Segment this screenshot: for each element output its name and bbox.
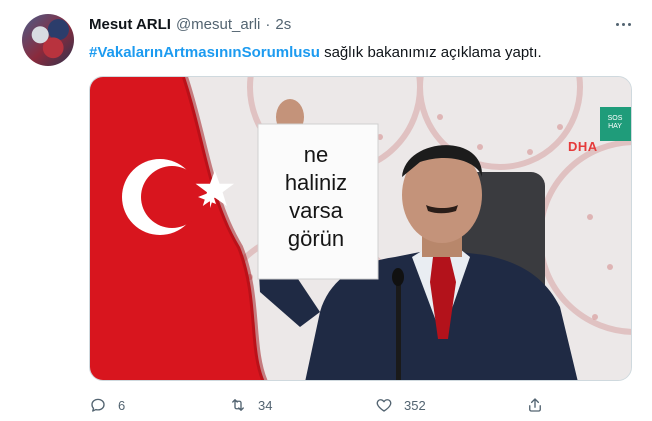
retweet-button[interactable]: 34 xyxy=(229,396,272,414)
display-name[interactable]: Mesut ARLI xyxy=(89,16,171,33)
reply-button[interactable]: 6 xyxy=(89,396,125,414)
retweet-count: 34 xyxy=(258,397,273,413)
tweet-media[interactable]: ne haliniz varsa görün DHA SOS HAY xyxy=(89,76,632,381)
retweet-icon xyxy=(232,399,244,411)
channel-watermark: SOS HAY xyxy=(607,115,623,130)
tweet-header: Mesut ARLI @mesut_arli · 2s xyxy=(89,16,291,36)
user-handle[interactable]: @mesut_arli xyxy=(176,16,260,33)
separator-dot: · xyxy=(265,16,271,33)
like-button[interactable]: 352 xyxy=(375,396,426,414)
tweet[interactable]: Mesut ARLI @mesut_arli · 2s #VakalarınAr… xyxy=(0,0,652,421)
more-horizontal-icon[interactable] xyxy=(612,14,634,34)
reply-icon xyxy=(91,398,105,412)
share-icon xyxy=(529,398,541,412)
share-button[interactable] xyxy=(526,396,544,414)
reply-count: 6 xyxy=(118,397,126,413)
sign-text: ne haliniz varsa görün xyxy=(284,142,348,251)
tweet-body: sağlık bakanımız açıklama yaptı. xyxy=(319,44,542,61)
like-count: 352 xyxy=(404,397,426,413)
tweet-timestamp[interactable]: 2s xyxy=(275,16,291,33)
tweet-actions: 6 34 352 xyxy=(89,396,549,416)
avatar[interactable] xyxy=(22,14,74,66)
hashtag-link[interactable]: #VakalarınArtmasınınSorumlusu xyxy=(89,44,320,61)
tweet-text: #VakalarınArtmasınınSorumlusu sağlık bak… xyxy=(89,43,542,63)
dha-watermark: DHA xyxy=(568,139,598,154)
heart-icon xyxy=(376,399,392,412)
